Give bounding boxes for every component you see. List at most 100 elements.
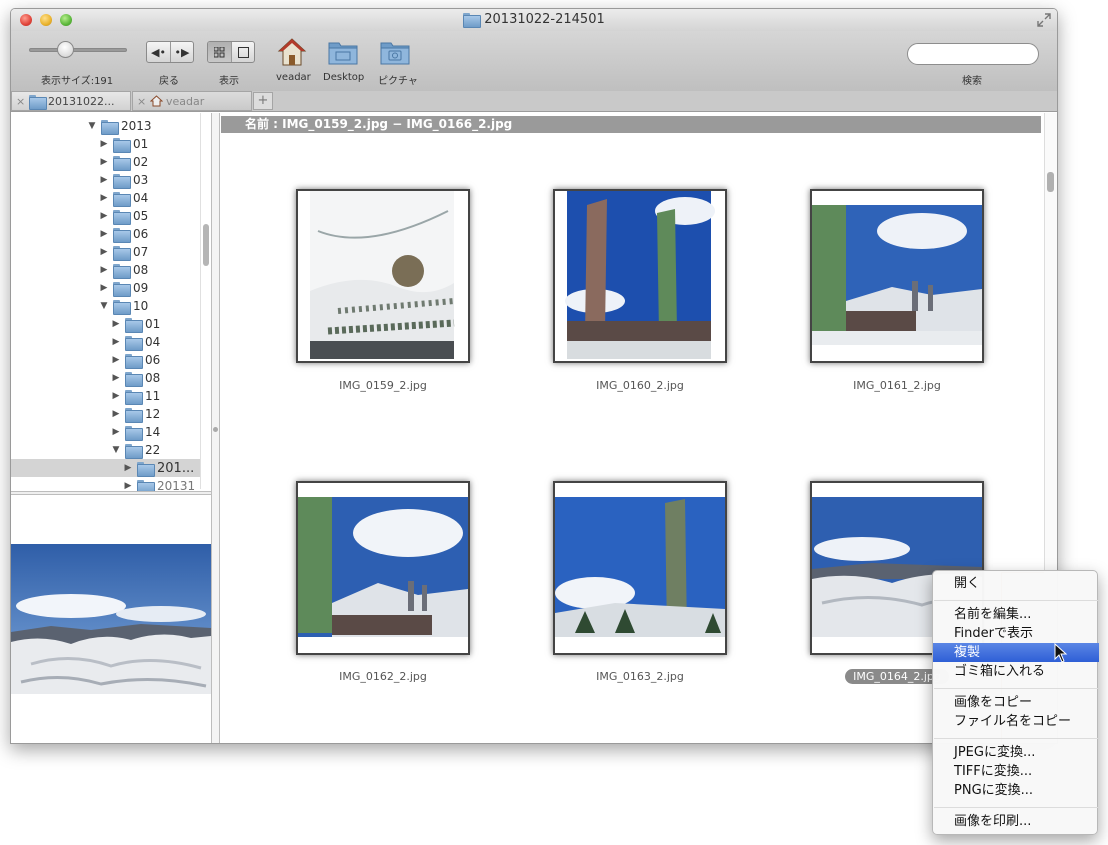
fullscreen-icon[interactable] [1037, 13, 1051, 27]
menu-item-convert-png[interactable]: PNGに変換... [933, 781, 1099, 800]
menu-item-copy-filename[interactable]: ファイル名をコピー [933, 712, 1099, 731]
menu-item-rename[interactable]: 名前を編集... [933, 605, 1099, 624]
minimize-window-button[interactable] [40, 14, 52, 26]
tree-item[interactable]: ▶ 08 [99, 261, 148, 279]
thumbnail-image[interactable] [810, 189, 984, 363]
menu-item-print-image[interactable]: 画像を印刷... [933, 812, 1099, 831]
collapsed-triangle-icon[interactable]: ▶ [99, 211, 109, 221]
tree-item[interactable]: ▶ 02 [99, 153, 148, 171]
folder-icon [125, 443, 143, 459]
thumbnail-image[interactable] [553, 189, 727, 363]
collapsed-triangle-icon[interactable]: ▶ [99, 229, 109, 239]
tree-item[interactable]: ▶ 05 [99, 207, 148, 225]
menu-item-show-in-finder[interactable]: Finderで表示 [933, 624, 1099, 643]
search-input[interactable] [907, 43, 1039, 65]
thumbnail-label[interactable]: IMG_0160_2.jpg [545, 379, 735, 392]
menu-separator [934, 600, 1098, 601]
tree-item-2013[interactable]: ▼ 2013 [87, 117, 152, 135]
tree-item[interactable]: ▶ 01 [111, 315, 160, 333]
menu-item-convert-tiff[interactable]: TIFFに変換... [933, 762, 1099, 781]
close-window-button[interactable] [20, 14, 32, 26]
size-slider-knob[interactable] [57, 41, 74, 58]
tree-item[interactable]: ▶ 11 [111, 387, 160, 405]
collapsed-triangle-icon[interactable]: ▶ [99, 247, 109, 257]
collapsed-triangle-icon[interactable]: ▶ [111, 427, 121, 437]
folder-icon [137, 479, 155, 491]
size-slider-track[interactable] [29, 48, 127, 52]
tab-label: veadar [166, 94, 205, 108]
tree-item[interactable]: ▶ 06 [111, 351, 160, 369]
tree-item[interactable]: ▶ 03 [99, 171, 148, 189]
tree-item[interactable]: ▶ 14 [111, 423, 160, 441]
collapsed-triangle-icon[interactable]: ▶ [99, 139, 109, 149]
collapsed-triangle-icon[interactable]: ▶ [111, 391, 121, 401]
thumbnail-image[interactable] [296, 189, 470, 363]
menu-item-copy-image[interactable]: 画像をコピー [933, 693, 1099, 712]
thumbnail-label[interactable]: IMG_0162_2.jpg [288, 670, 478, 683]
collapsed-triangle-icon[interactable]: ▶ [111, 337, 121, 347]
tree-item[interactable]: ▶ 07 [99, 243, 148, 261]
content-scrollbar-thumb[interactable] [1047, 172, 1054, 192]
add-tab-button[interactable]: + [253, 92, 273, 110]
collapsed-triangle-icon[interactable]: ▶ [123, 481, 133, 491]
thumbnail-label[interactable]: IMG_0163_2.jpg [545, 670, 735, 683]
menu-item-open[interactable]: 開く [933, 574, 1099, 593]
menu-item-convert-jpeg[interactable]: JPEGに変換... [933, 743, 1099, 762]
back-forward-control: ◀• •▶ [146, 41, 194, 63]
thumbnail-image[interactable] [296, 481, 470, 655]
tree-item[interactable]: ▶ 09 [99, 279, 148, 297]
pictures-folder-icon[interactable] [379, 37, 411, 67]
splitter-grip [213, 427, 218, 432]
collapsed-triangle-icon[interactable]: ▶ [111, 319, 121, 329]
menu-separator [934, 807, 1098, 808]
tree-item[interactable]: ▶ 04 [99, 189, 148, 207]
tree-item-10[interactable]: ▼ 10 [99, 297, 148, 315]
expanded-triangle-icon[interactable]: ▼ [111, 445, 121, 455]
menu-item-move-to-trash[interactable]: ゴミ箱に入れる [933, 662, 1099, 681]
collapsed-triangle-icon[interactable]: ▶ [123, 463, 133, 473]
toolbar: 表示サイズ:191 ◀• •▶ 戻る 表示 veadar Desktop ピクチ… [11, 31, 1057, 97]
tree-item[interactable]: ▶ 08 [111, 369, 160, 387]
pictures-label: ピクチャ [378, 76, 418, 87]
tree-item-selected[interactable]: ▶ 201... [11, 459, 200, 477]
tab-bar: × 20131022... × veadar + [11, 91, 1057, 112]
tree-item-22[interactable]: ▼ 22 [111, 441, 160, 459]
collapsed-triangle-icon[interactable]: ▶ [99, 265, 109, 275]
tree-item[interactable]: ▶ 04 [111, 333, 160, 351]
tree-item[interactable]: ▶ 12 [111, 405, 160, 423]
size-label: 表示サイズ:191 [41, 76, 114, 87]
home-icon[interactable] [276, 37, 308, 67]
forward-button[interactable]: •▶ [170, 42, 193, 62]
tree-item[interactable]: ▶ 06 [99, 225, 148, 243]
close-tab-icon[interactable]: × [16, 95, 26, 108]
collapsed-triangle-icon[interactable]: ▶ [99, 283, 109, 293]
thumbnail-label[interactable]: IMG_0159_2.jpg [288, 379, 478, 392]
grid-view-icon[interactable] [208, 42, 231, 62]
collapsed-triangle-icon[interactable]: ▶ [99, 193, 109, 203]
thumbnail-label[interactable]: IMG_0161_2.jpg [802, 379, 992, 392]
collapsed-triangle-icon[interactable]: ▶ [111, 373, 121, 383]
single-view-icon[interactable] [231, 42, 254, 62]
folder-icon [125, 353, 143, 369]
collapsed-triangle-icon[interactable]: ▶ [99, 157, 109, 167]
tree-item[interactable]: ▶ 20131 [123, 477, 195, 491]
folder-icon [125, 425, 143, 441]
expanded-triangle-icon[interactable]: ▼ [99, 301, 109, 311]
thumbnail-image[interactable] [553, 481, 727, 655]
desktop-folder-icon[interactable] [327, 37, 359, 67]
desktop-label: Desktop [323, 72, 365, 83]
collapsed-triangle-icon[interactable]: ▶ [111, 355, 121, 365]
tree-scrollbar[interactable] [200, 113, 210, 489]
back-button[interactable]: ◀• [147, 42, 170, 62]
menu-item-duplicate[interactable]: 複製 [933, 643, 1099, 662]
expanded-triangle-icon[interactable]: ▼ [87, 121, 97, 131]
collapsed-triangle-icon[interactable]: ▶ [99, 175, 109, 185]
tab-current-folder[interactable]: × 20131022... [11, 91, 131, 111]
close-tab-icon[interactable]: × [137, 95, 147, 108]
collapsed-triangle-icon[interactable]: ▶ [111, 409, 121, 419]
tab-veadar[interactable]: × veadar [132, 91, 252, 111]
tree-scrollbar-thumb[interactable] [203, 224, 209, 266]
sidebar-splitter[interactable] [11, 491, 211, 495]
zoom-window-button[interactable] [60, 14, 72, 26]
tree-item[interactable]: ▶ 01 [99, 135, 148, 153]
